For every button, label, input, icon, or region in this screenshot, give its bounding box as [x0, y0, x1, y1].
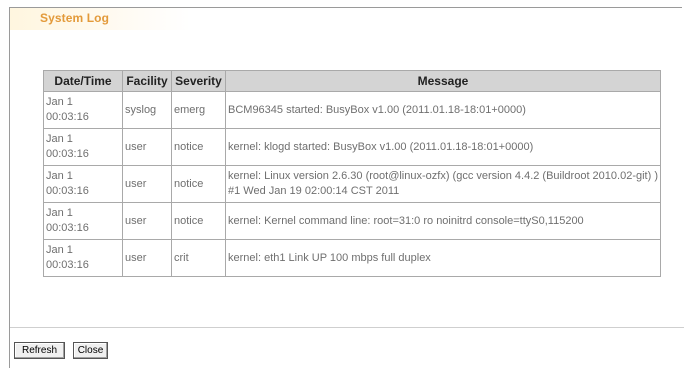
column-header-facility: Facility: [122, 70, 172, 92]
message-cell: kernel: klogd started: BusyBox v1.00 (20…: [225, 128, 661, 166]
facility-cell: user: [122, 165, 172, 203]
log-time: 00:03:16: [46, 185, 89, 197]
facility-cell: syslog: [122, 91, 172, 129]
date-time-cell: Jan 1 00:03:16: [43, 239, 123, 277]
log-time: 00:03:16: [46, 222, 89, 234]
severity-cell: notice: [171, 202, 226, 240]
severity-cell: crit: [171, 239, 226, 277]
column-header-date-time: Date/Time: [43, 70, 123, 92]
severity-cell: notice: [171, 165, 226, 203]
system-log-table: Date/Time Facility Severity Message Jan …: [43, 70, 661, 277]
date-time-cell: Jan 1 00:03:16: [43, 128, 123, 166]
facility-cell: user: [122, 239, 172, 277]
table-row: Jan 1 00:03:16 user notice kernel: klogd …: [43, 128, 661, 166]
message-cell: kernel: eth1 Link UP 100 mbps full duple…: [225, 239, 661, 277]
close-button[interactable]: Close: [73, 342, 108, 359]
severity-cell: emerg: [171, 91, 226, 129]
log-date: Jan 1: [46, 96, 73, 108]
date-time-cell: Jan 1 00:03:16: [43, 202, 123, 240]
table-row: Jan 1 00:03:16 user notice kernel: Linux …: [43, 165, 661, 203]
message-cell: kernel: Kernel command line: root=31:0 r…: [225, 202, 661, 240]
log-date: Jan 1: [46, 244, 73, 256]
log-time: 00:03:16: [46, 111, 89, 123]
table-header-row: Date/Time Facility Severity Message: [43, 70, 661, 92]
log-date: Jan 1: [46, 207, 73, 219]
log-time: 00:03:16: [46, 148, 89, 160]
severity-cell: notice: [171, 128, 226, 166]
log-date: Jan 1: [46, 170, 73, 182]
log-date: Jan 1: [46, 133, 73, 145]
table-row: Jan 1 00:03:16 user notice kernel: Kernel…: [43, 202, 661, 240]
page-title: System Log: [40, 11, 110, 25]
message-cell: BCM96345 started: BusyBox v1.00 (2011.01…: [225, 91, 661, 129]
facility-cell: user: [122, 128, 172, 166]
column-header-severity: Severity: [171, 70, 226, 92]
table-row: Jan 1 00:03:16 user crit kernel: eth1 Lin…: [43, 239, 661, 277]
column-header-message: Message: [225, 70, 661, 92]
log-time: 00:03:16: [46, 259, 89, 271]
date-time-cell: Jan 1 00:03:16: [43, 91, 123, 129]
date-time-cell: Jan 1 00:03:16: [43, 165, 123, 203]
refresh-button[interactable]: Refresh: [14, 342, 65, 359]
table-row: Jan 1 00:03:16 syslog emerg BCM96345 star…: [43, 91, 661, 129]
message-cell: kernel: Linux version 2.6.30 (root@linux…: [225, 165, 661, 203]
facility-cell: user: [122, 202, 172, 240]
footer-divider: [10, 327, 684, 328]
